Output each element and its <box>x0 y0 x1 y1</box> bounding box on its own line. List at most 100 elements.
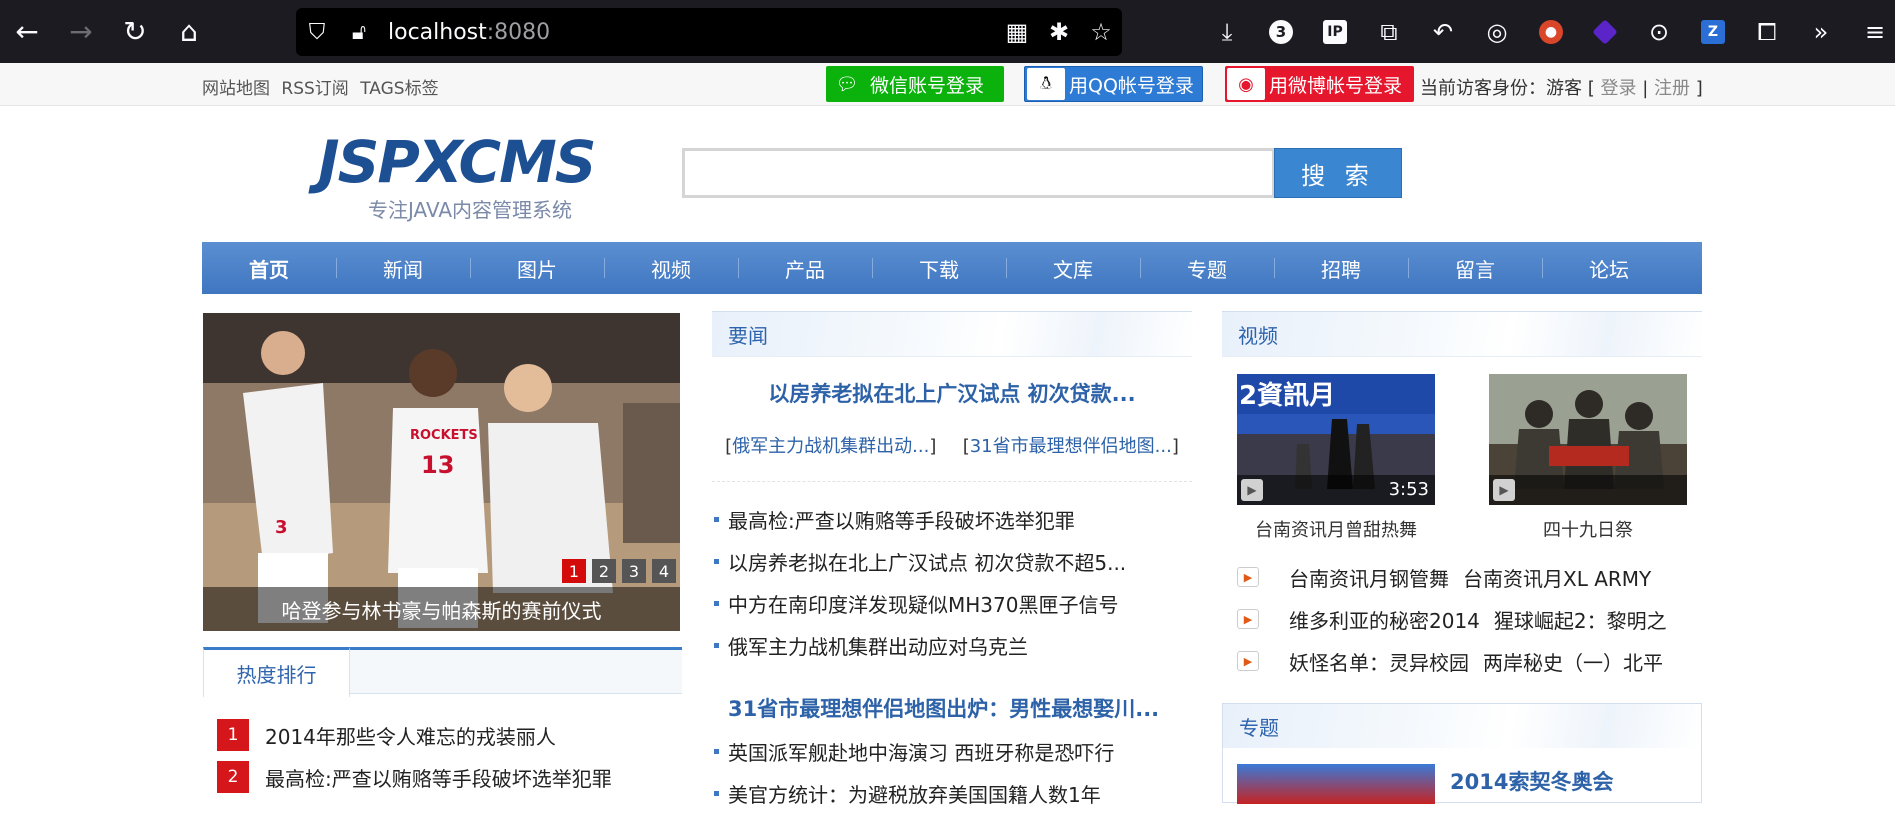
url-text[interactable]: localhost:8080 <box>388 20 996 45</box>
login-link[interactable]: 登录 <box>1600 78 1636 99</box>
special-topic-title[interactable]: 2014索契冬奥会 <box>1450 766 1613 796</box>
rank-number: 2 <box>217 761 249 793</box>
play-icon: ▶ <box>1237 567 1259 587</box>
video-title[interactable]: 台南资讯月曾甜热舞 <box>1237 516 1435 542</box>
ip-extension-icon[interactable]: IP <box>1308 0 1362 63</box>
list-item[interactable]: 俄军主力战机集群出动应对乌克兰 <box>712 624 1192 666</box>
nav-videos[interactable]: 视频 <box>604 242 738 294</box>
qr-code-icon[interactable]: ▦ <box>996 18 1038 46</box>
reader-extension-icon[interactable]: ⊙ <box>1632 0 1686 63</box>
topbar-links: 网站地图 RSS订阅 TAGS标签 <box>202 74 445 99</box>
jersey-number-13: 13 <box>421 451 454 479</box>
browser-toolbar: ← → ↻ ⌂ ⛉ 🔓︎ localhost:8080 ▦ ✱ ☆ ⤓ 3 IP… <box>0 0 1895 63</box>
zotero-extension-icon[interactable]: Z <box>1686 0 1740 63</box>
image-slider[interactable]: ROCKETS 13 3 1 2 3 4 哈登参与林书豪与帕森斯的赛前仪式 <box>203 313 680 631</box>
nav-library[interactable]: 文库 <box>1006 242 1140 294</box>
weibo-login-button[interactable]: ◉ 用微博帐号登录 <box>1225 66 1414 102</box>
news-bold-headline[interactable]: 31省市最理想伴侣地图出炉：男性最想娶川... <box>728 693 1159 723</box>
list-item[interactable]: 最高检:严查以贿赂等手段破坏选举犯罪 <box>712 498 1192 540</box>
list-item: ▶ 维多利亚的秘密2014 猩球崛起2：黎明之 <box>1237 598 1697 640</box>
special-topic-image[interactable] <box>1237 764 1435 804</box>
wechat-login-label: 微信账号登录 <box>870 74 985 97</box>
news-sub-link-2[interactable]: 31省市最理想伴侣地图... <box>970 436 1172 457</box>
slider-pagination: 1 2 3 4 <box>556 559 676 583</box>
list-item[interactable]: 中方在南印度洋发现疑似MH370黑匣子信号 <box>712 582 1192 624</box>
news-sub-link-1[interactable]: 俄军主力战机集群出动... <box>732 436 929 457</box>
link-sitemap[interactable]: 网站地图 <box>202 79 270 99</box>
nav-photos[interactable]: 图片 <box>470 242 604 294</box>
list-item[interactable]: 1 2014年那些令人难忘的戎装丽人 <box>217 714 677 756</box>
video-link[interactable]: 维多利亚的秘密2014 <box>1289 605 1480 634</box>
qq-login-button[interactable]: 🐧︎ 用QQ帐号登录 <box>1024 66 1203 102</box>
video-link[interactable]: 猩球崛起2：黎明之 <box>1494 605 1667 634</box>
bug-icon[interactable]: ✱ <box>1038 18 1080 46</box>
video-thumbnail[interactable]: ▶ <box>1489 374 1687 505</box>
nav-guestbook[interactable]: 留言 <box>1408 242 1542 294</box>
tab-hot-ranking[interactable]: 热度排行 <box>203 647 350 697</box>
rank-title[interactable]: 最高检:严查以贿赂等手段破坏选举犯罪 <box>265 763 612 792</box>
slider-caption[interactable]: 哈登参与林书豪与帕森斯的赛前仪式 <box>203 587 680 631</box>
news-sub-headlines: [俄军主力战机集群出动...] [31省市最理想伴侣地图...] <box>712 432 1192 458</box>
list-item[interactable]: 2 最高检:严查以贿赂等手段破坏选举犯罪 <box>217 756 677 798</box>
main-nav: 首页 新闻 图片 视频 产品 下载 文库 专题 招聘 留言 论坛 <box>202 242 1702 294</box>
nav-news[interactable]: 新闻 <box>336 242 470 294</box>
crop-icon[interactable]: ⧉ <box>1362 0 1416 63</box>
bracket-open: [ <box>962 436 970 457</box>
search-button[interactable]: 搜 索 <box>1274 148 1402 198</box>
logo-wordmark: JSPXCMS <box>318 128 597 196</box>
slider-dot-2[interactable]: 2 <box>592 559 616 583</box>
list-item: ▶ 妖怪名单：灵异校园 两岸秘史（一）北平 <box>1237 640 1697 682</box>
nav-jobs[interactable]: 招聘 <box>1274 242 1408 294</box>
cookie-icon[interactable]: ◎ <box>1470 0 1524 63</box>
puzzle-icon[interactable]: ⧠ <box>1740 0 1794 63</box>
register-link[interactable]: 注册 <box>1654 78 1690 99</box>
nav-topics[interactable]: 专题 <box>1140 242 1274 294</box>
browser-extensions: ⤓ 3 IP ⧉ ↶ ◎ ● ⊙ Z ⧠ » ≡ <box>1200 0 1895 63</box>
flame-extension-icon[interactable]: ● <box>1524 0 1578 63</box>
bracket-close: ] <box>929 436 937 457</box>
download-icon[interactable]: ⤓ <box>1200 0 1254 63</box>
undo-icon[interactable]: ↶ <box>1416 0 1470 63</box>
list-item[interactable]: 英国派军舰赴地中海演习 西班牙称是恐吓行 <box>712 730 1192 772</box>
insecure-lock-icon[interactable]: 🔓︎ <box>338 20 380 45</box>
news-list-secondary: 英国派军舰赴地中海演习 西班牙称是恐吓行 美官方统计：为避税放弃美国国籍人数1年 <box>712 730 1192 814</box>
search-input[interactable] <box>682 148 1275 198</box>
play-icon[interactable]: ▶ <box>1241 479 1263 501</box>
bookmark-star-icon[interactable]: ☆ <box>1080 18 1122 46</box>
home-icon[interactable]: ⌂ <box>162 0 216 63</box>
rank-number: 1 <box>217 719 249 751</box>
nav-forum[interactable]: 论坛 <box>1542 242 1676 294</box>
list-item[interactable]: 以房养老拟在北上广汉试点 初次贷款不超5... <box>712 540 1192 582</box>
slider-dot-1[interactable]: 1 <box>562 559 586 583</box>
list-item[interactable]: 美官方统计：为避税放弃美国国籍人数1年 <box>712 772 1192 814</box>
slider-dot-4[interactable]: 4 <box>652 559 676 583</box>
video-link[interactable]: 台南资讯月XL ARMY <box>1463 563 1651 592</box>
video-thumbnail[interactable]: 2資訊月 ▶ 3:53 <box>1237 374 1435 505</box>
extension-badge-icon[interactable]: 3 <box>1254 0 1308 63</box>
nav-home[interactable]: 首页 <box>202 242 336 294</box>
video-link[interactable]: 两岸秘史（一）北平 <box>1483 647 1663 676</box>
hamburger-menu-icon[interactable]: ≡ <box>1848 0 1895 63</box>
slider-dot-3[interactable]: 3 <box>622 559 646 583</box>
video-title[interactable]: 四十九日祭 <box>1489 516 1687 542</box>
back-icon[interactable]: ← <box>0 0 54 63</box>
wechat-login-button[interactable]: 💬︎ 微信账号登录 <box>826 66 1004 102</box>
video-link[interactable]: 台南资讯月钢管舞 <box>1289 563 1449 592</box>
reload-icon[interactable]: ↻ <box>108 0 162 63</box>
link-tags[interactable]: TAGS标签 <box>360 79 438 99</box>
forward-icon[interactable]: → <box>54 0 108 63</box>
url-bar[interactable]: ⛉ 🔓︎ localhost:8080 ▦ ✱ ☆ <box>296 8 1122 56</box>
play-icon[interactable]: ▶ <box>1493 479 1515 501</box>
bracket-close: ] <box>1171 436 1179 457</box>
shield-icon[interactable]: ⛉ <box>296 20 338 45</box>
video-link[interactable]: 妖怪名单：灵异校园 <box>1289 647 1469 676</box>
nav-products[interactable]: 产品 <box>738 242 872 294</box>
ranking-header: 热度排行 <box>203 647 682 697</box>
link-rss[interactable]: RSS订阅 <box>281 79 348 99</box>
rank-title[interactable]: 2014年那些令人难忘的戎装丽人 <box>265 721 556 750</box>
purple-extension-icon[interactable] <box>1578 0 1632 63</box>
site-logo[interactable]: JSPXCMS 专注JAVA内容管理系统 <box>318 132 648 223</box>
nav-downloads[interactable]: 下载 <box>872 242 1006 294</box>
overflow-chevron-icon[interactable]: » <box>1794 0 1848 63</box>
news-headline[interactable]: 以房养老拟在北上广汉试点 初次贷款... <box>712 378 1192 408</box>
